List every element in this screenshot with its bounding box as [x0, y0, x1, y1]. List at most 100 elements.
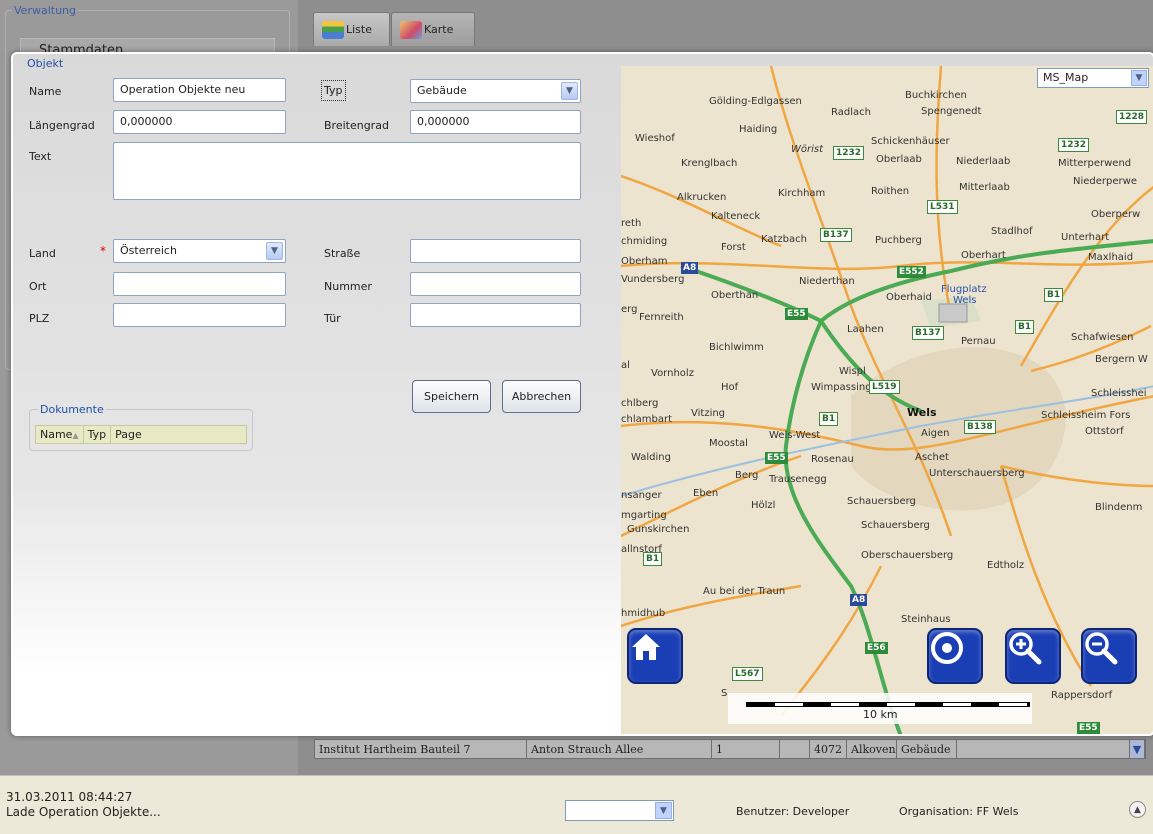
column-name-label: Name	[40, 428, 73, 441]
map-label: Schickenhäuser	[871, 136, 950, 147]
column-header-page[interactable]: Page	[111, 426, 146, 443]
locate-button[interactable]	[927, 628, 983, 684]
home-button[interactable]	[627, 628, 683, 684]
map-label: Vundersberg	[621, 274, 685, 285]
documents-header: Name▲ Typ Page	[35, 425, 247, 444]
road-shield: E552	[897, 266, 926, 278]
road-shield: E55	[785, 308, 808, 320]
text-area[interactable]	[113, 142, 581, 200]
chevron-down-icon[interactable]: ▼	[561, 82, 578, 100]
list-icon	[322, 21, 344, 39]
text-label: Text	[29, 150, 52, 163]
map-label: Edtholz	[987, 560, 1025, 571]
table-cell	[780, 740, 810, 758]
map-label: Oberham	[621, 256, 668, 267]
table-row[interactable]: Institut Hartheim Bauteil 7 Anton Strauc…	[314, 739, 1146, 759]
map-label: mgarting	[621, 510, 667, 521]
map-label: Rappersdorf	[1051, 690, 1113, 701]
breitengrad-field[interactable]: 0,000000	[410, 110, 581, 134]
map-label: Wels	[907, 406, 937, 419]
map-label: Mitterlaab	[959, 182, 1010, 193]
map-scale-bar: 10 km	[728, 693, 1032, 724]
chevron-down-icon[interactable]: ▼	[655, 802, 672, 819]
collapse-up-icon[interactable]: ▲	[1129, 801, 1146, 818]
strasse-label: Straße	[324, 247, 361, 260]
map-icon	[400, 21, 422, 39]
plz-field[interactable]	[113, 303, 286, 327]
column-header-name[interactable]: Name▲	[36, 426, 84, 443]
table-cell: 4072	[810, 740, 847, 758]
map-label: Wels	[953, 295, 977, 306]
map-label: Aigen	[921, 428, 950, 439]
map-label: al	[621, 360, 630, 371]
road-shield: E55	[1077, 722, 1100, 734]
scroll-down-button[interactable]: ▼	[1129, 740, 1145, 758]
road-shield: B1	[819, 412, 839, 426]
map-label: Laahen	[847, 324, 884, 335]
tuer-label: Tür	[324, 312, 341, 325]
tab-liste[interactable]: Liste	[313, 12, 390, 46]
map-label: Forst	[721, 242, 746, 253]
road-shield: B137	[820, 228, 852, 242]
verwaltung-title: Verwaltung	[12, 4, 78, 17]
laengengrad-field[interactable]: 0,000000	[113, 110, 286, 134]
map-label: Trausenegg	[769, 474, 827, 485]
zoom-out-button[interactable]	[1081, 628, 1137, 684]
map-label: Berg	[735, 470, 759, 481]
cancel-button[interactable]: Abbrechen	[502, 380, 581, 413]
map-label: Bergern W	[1095, 354, 1148, 365]
map-view[interactable]: MS_Map ▼ Gölding-Edlgassen Radlach Buchk…	[621, 66, 1153, 734]
map-label: Unterhart	[1061, 232, 1110, 243]
name-field[interactable]: Operation Objekte neu	[113, 78, 286, 102]
map-label: Wels-West	[769, 430, 821, 441]
status-organisation: Organisation: FF Wels	[899, 805, 1019, 818]
strasse-field[interactable]	[410, 239, 581, 263]
map-layer-select[interactable]: MS_Map ▼	[1037, 68, 1149, 88]
map-label: Niederperwe	[1073, 176, 1137, 187]
road-shield: 1228	[1116, 110, 1148, 124]
map-label: Stadlhof	[991, 226, 1033, 237]
status-timestamp: 31.03.2011 08:44:27	[6, 790, 133, 804]
breitengrad-label: Breitengrad	[324, 119, 389, 132]
typ-select-value: Gebäude	[417, 84, 467, 97]
status-user: Benutzer: Developer	[736, 805, 850, 818]
map-label: Kalteneck	[711, 211, 761, 222]
tab-karte[interactable]: Karte	[391, 12, 475, 46]
road-shield: L567	[732, 667, 763, 681]
map-label: Gölding-Edlgassen	[709, 96, 802, 107]
map-layer-value: MS_Map	[1043, 71, 1089, 84]
column-header-typ[interactable]: Typ	[84, 426, 112, 443]
chevron-down-icon[interactable]: ▼	[1131, 70, 1147, 86]
map-label: Gunskirchen	[627, 524, 690, 535]
ort-field[interactable]	[113, 272, 286, 296]
map-label: Kirchham	[778, 188, 826, 199]
map-label: Oberlaab	[876, 154, 922, 165]
home-icon	[632, 634, 660, 660]
table-cell: Anton Strauch Allee	[527, 740, 712, 758]
map-label: erg	[621, 304, 638, 315]
documents-title: Dokumente	[38, 403, 106, 416]
map-label: Aschet	[915, 452, 949, 463]
map-label: nsanger	[621, 490, 662, 501]
map-label: Oberthan	[711, 290, 759, 301]
status-dropdown[interactable]: ▼	[565, 800, 674, 821]
save-button[interactable]: Speichern	[412, 380, 491, 413]
map-label: Oberschauersberg	[861, 550, 954, 561]
road-shield: E55	[765, 452, 788, 464]
typ-select[interactable]: Gebäude ▼	[410, 79, 581, 103]
land-select[interactable]: Österreich ▼	[113, 239, 286, 263]
map-label: Rosenau	[811, 454, 854, 465]
map-label: Puchberg	[875, 235, 922, 246]
tab-liste-label: Liste	[346, 23, 372, 36]
zoom-in-button[interactable]	[1005, 628, 1061, 684]
chevron-down-icon[interactable]: ▼	[266, 242, 283, 260]
road-shield: A8	[850, 594, 868, 606]
map-label: chlambart	[621, 414, 672, 425]
map-label: S	[721, 688, 728, 699]
map-label: Oberperw	[1091, 209, 1141, 220]
nummer-field[interactable]	[410, 272, 581, 296]
land-select-value: Österreich	[120, 244, 177, 257]
tuer-field[interactable]	[410, 303, 581, 327]
road-shield: B137	[912, 326, 944, 340]
map-label: chmiding	[621, 236, 668, 247]
